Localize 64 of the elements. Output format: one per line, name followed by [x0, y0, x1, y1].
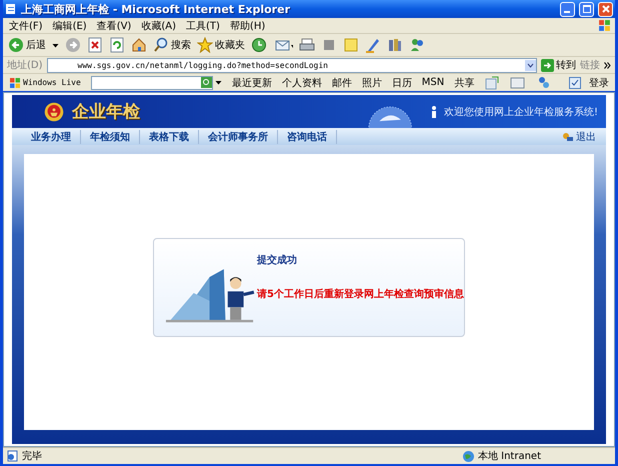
nav-link[interactable]: 年检须知	[81, 130, 140, 144]
live-bar-item[interactable]: 个人资料	[282, 76, 322, 90]
caret-icon[interactable]	[52, 42, 59, 48]
menu-item[interactable]: 文件(F)	[9, 18, 43, 32]
page-icon	[5, 3, 17, 15]
menu-item[interactable]: 帮助(H)	[230, 18, 266, 32]
page-status-icon	[7, 450, 19, 462]
chevron-icon[interactable]	[604, 62, 611, 68]
live-bar-item[interactable]: 照片	[362, 76, 382, 90]
messenger-icon[interactable]	[409, 37, 425, 53]
stop-icon[interactable]	[87, 37, 103, 53]
person-icon	[430, 106, 436, 118]
site-logo-text: 企业年检	[72, 101, 140, 123]
go-button[interactable]: 转到	[541, 58, 576, 72]
live-search-field[interactable]	[90, 76, 213, 90]
go-arrow-icon	[541, 58, 554, 72]
menu-item[interactable]: 工具(T)	[186, 18, 220, 32]
globe-icon	[462, 450, 475, 462]
back-button[interactable]: 后退	[8, 37, 46, 53]
welcome-text: 欢迎您使用网上企业年检服务系统!	[444, 106, 598, 118]
search-button[interactable]: 搜索	[153, 37, 191, 53]
live-bar-item[interactable]: 共享	[454, 76, 474, 90]
zone-text: 本地 Intranet	[478, 450, 541, 463]
live-bar-item[interactable]: 日历	[392, 76, 412, 90]
menu-item[interactable]: 收藏(A)	[141, 18, 176, 32]
minimize-button[interactable]	[560, 2, 575, 16]
nav-link[interactable]: 咨询电话	[278, 130, 337, 144]
live-bar-item[interactable]: 邮件	[332, 76, 352, 90]
windows-logo-icon	[9, 76, 21, 88]
live-bar-item[interactable]: MSN	[422, 77, 444, 88]
window-title: 上海工商网上年检 - Microsoft Internet Explorer	[21, 2, 291, 16]
caret-icon[interactable]	[214, 79, 222, 86]
maximize-icon	[582, 5, 590, 13]
star-icon	[197, 37, 213, 53]
message-text: 请5个工作日后重新登录网上年检查询预审信息	[257, 287, 464, 300]
message-title: 提交成功	[257, 253, 298, 266]
history-icon[interactable]	[251, 37, 267, 53]
close-button[interactable]	[598, 2, 613, 16]
logout-link[interactable]: 退出	[562, 130, 596, 144]
pen-icon[interactable]	[365, 37, 381, 53]
windows-logo-icon	[598, 19, 611, 32]
sign-in-button[interactable]: 登录	[568, 76, 609, 90]
nav-link[interactable]: 业务办理	[22, 130, 81, 144]
status-text: 完毕	[22, 450, 42, 463]
maximize-button[interactable]	[579, 2, 594, 16]
address-label: 地址(D)	[7, 58, 43, 72]
address-field[interactable]: www.sgs.gov.cn/netanml/logging.do?method=secondLogin	[46, 58, 537, 72]
home-icon[interactable]	[131, 37, 147, 53]
search-icon	[153, 37, 169, 53]
note-icon[interactable]	[343, 37, 359, 53]
menu-item[interactable]: 编辑(E)	[52, 18, 87, 32]
nav-link[interactable]: 会计师事务所	[199, 130, 278, 144]
refresh-icon[interactable]	[109, 37, 125, 53]
windows-live-button[interactable]: Windows Live	[9, 76, 81, 88]
dropdown-icon[interactable]	[525, 60, 536, 70]
favorites-button[interactable]: 收藏夹	[197, 37, 245, 53]
live-bar-item[interactable]: 最近更新	[232, 76, 272, 90]
nav-link[interactable]: 表格下载	[140, 130, 199, 144]
close-icon	[602, 5, 610, 13]
menu-item[interactable]: 查看(V)	[96, 18, 132, 32]
gadget-icon[interactable]	[484, 74, 500, 90]
forward-icon[interactable]	[65, 37, 81, 53]
print-icon[interactable]	[299, 37, 315, 53]
checkbox-icon	[568, 76, 581, 88]
